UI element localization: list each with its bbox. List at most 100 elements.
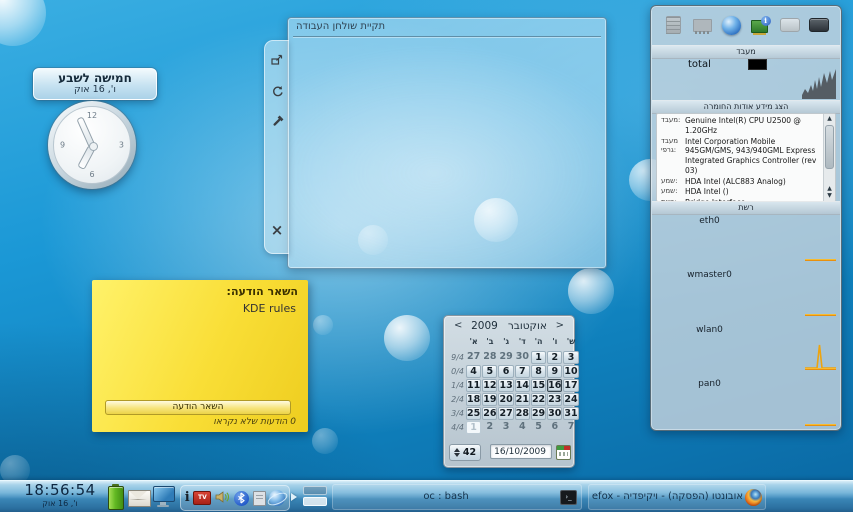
day-cell[interactable]: 26 [482, 407, 497, 420]
day-cell[interactable]: 13 [498, 379, 513, 392]
date-input[interactable]: 16/10/2009 [490, 444, 552, 459]
day-cell[interactable]: 7 [515, 365, 530, 378]
day-cell[interactable]: 30 [515, 351, 530, 364]
day-cell[interactable]: 23 [547, 393, 562, 406]
day-cell[interactable]: 5 [482, 365, 497, 378]
memory-icon[interactable] [691, 13, 713, 37]
day-cell[interactable]: 27 [498, 407, 513, 420]
display-icon[interactable] [153, 486, 175, 508]
day-cell-today[interactable]: 16 [547, 379, 562, 392]
day-cell[interactable]: 29 [531, 407, 546, 420]
day-cell[interactable]: 1 [531, 351, 546, 364]
interface-name: wmaster0 [652, 267, 767, 280]
day-cell[interactable]: 18 [466, 393, 481, 406]
day-cell[interactable]: 1 [466, 421, 481, 434]
day-cell[interactable]: 28 [515, 407, 530, 420]
day-cell[interactable]: 31 [563, 407, 578, 420]
desktop-1[interactable] [303, 486, 327, 495]
week-column-header [448, 337, 465, 350]
scroll-up-icon[interactable]: ▲ [824, 116, 835, 122]
day-cell[interactable]: 4 [515, 421, 530, 434]
wallpaper-bubble [384, 315, 430, 361]
day-cell[interactable]: 5 [531, 421, 546, 434]
day-cell[interactable]: 14 [515, 379, 530, 392]
calendar-widget[interactable]: < 2009 אוקטובר > א'ב'ג'ד'ה'ו'ש'9/4272829… [443, 315, 575, 468]
hardware-info-list[interactable]: מעבד:Genuine Intel(R) CPU U2500 @ 1.20GH… [656, 113, 836, 202]
day-cell[interactable]: 19 [482, 393, 497, 406]
day-cell[interactable]: 20 [498, 393, 513, 406]
folder-view-widget[interactable]: תקיית שולחן העבודה [287, 17, 607, 269]
desktop-2-active[interactable] [303, 497, 327, 506]
day-cell[interactable]: 4 [466, 365, 481, 378]
volume-icon[interactable] [215, 489, 230, 508]
rotate-icon[interactable] [265, 83, 289, 102]
day-cell[interactable]: 10 [563, 365, 578, 378]
hardware-info-value: HDA Intel (ALC883 Analog) [685, 177, 786, 187]
weekday-header: ב' [482, 337, 497, 347]
processes-icon[interactable] [662, 13, 684, 37]
network-globe-icon[interactable] [269, 490, 285, 506]
analog-clock-widget[interactable]: 12 3 6 9 [48, 101, 136, 189]
clock-number-3: 3 [119, 141, 124, 150]
day-cell[interactable]: 22 [531, 393, 546, 406]
day-cell[interactable]: 6 [547, 421, 562, 434]
day-cell[interactable]: 9 [547, 365, 562, 378]
day-cell[interactable]: 12 [482, 379, 497, 392]
day-cell[interactable]: 25 [466, 407, 481, 420]
day-cell[interactable]: 29 [498, 351, 513, 364]
close-icon[interactable]: × [265, 223, 289, 237]
day-cell[interactable]: 8 [531, 365, 546, 378]
day-cell[interactable]: 3 [563, 351, 578, 364]
leave-message-button[interactable]: השאר הודעה [105, 400, 291, 415]
spin-arrows-icon[interactable] [454, 448, 460, 457]
scrollbar-thumb[interactable] [825, 125, 834, 169]
day-cell[interactable]: 15 [531, 379, 546, 392]
hardware-info-icon[interactable]: i [750, 13, 772, 37]
interface-name: wlan0 [652, 322, 767, 335]
bluetooth-icon[interactable] [234, 491, 249, 506]
harddrive-icon[interactable] [808, 13, 830, 37]
day-cell[interactable]: 28 [482, 351, 497, 364]
day-cell[interactable]: 21 [515, 393, 530, 406]
notes-icon[interactable] [253, 491, 266, 506]
calendar-month[interactable]: אוקטובר [508, 320, 547, 332]
week-spinbox[interactable]: 42 [449, 444, 481, 461]
day-cell[interactable]: 17 [563, 379, 578, 392]
configure-icon[interactable] [265, 113, 289, 132]
day-cell[interactable]: 30 [547, 407, 562, 420]
date-picker-icon[interactable] [556, 445, 571, 460]
battery-icon[interactable] [108, 484, 124, 510]
mail-icon[interactable] [128, 490, 151, 507]
desktop: תקיית שולחן העבודה × חמישה לשבע ו', 16 א… [0, 0, 853, 512]
day-cell[interactable]: 2 [547, 351, 562, 364]
digital-clock[interactable]: 18:56:54 ו', 16 אוק [14, 482, 106, 508]
calendar-next-button[interactable]: > [556, 320, 564, 331]
calendar-year[interactable]: 2009 [471, 320, 498, 332]
interface-name: eth0 [652, 213, 767, 226]
note-text-area[interactable]: KDE rules [104, 302, 296, 315]
day-cell[interactable]: 6 [498, 365, 513, 378]
fuzzy-clock-widget[interactable]: חמישה לשבע ו', 16 אוק [33, 68, 157, 100]
day-cell[interactable]: 24 [563, 393, 578, 406]
hardware-info-row: מעבד:Genuine Intel(R) CPU U2500 @ 1.20GH… [661, 116, 824, 136]
scrollbar[interactable]: ▲ ▲ ▼ [823, 114, 835, 201]
tv-icon[interactable]: TV [193, 491, 211, 505]
day-cell[interactable]: 7 [563, 421, 578, 434]
day-cell[interactable]: 3 [498, 421, 513, 434]
leave-note-widget[interactable]: השאר הודעה: KDE rules השאר הודעה 0 הודעו… [92, 280, 308, 432]
calendar-header: < 2009 אוקטובר > [450, 320, 568, 333]
network-globe-icon[interactable] [720, 13, 742, 37]
system-monitor-widget[interactable]: i מעבד total הצג מידע אודות החומרה מעבד:… [650, 5, 842, 431]
scroll-down-icon[interactable]: ▼ [824, 193, 835, 199]
widget-handle[interactable]: × [264, 40, 289, 254]
taskbar-task-konsole[interactable]: oc : bash ›_ [332, 484, 582, 510]
day-cell[interactable]: 2 [482, 421, 497, 434]
tray-expander-icon[interactable] [291, 493, 297, 501]
virtual-desktop-pager[interactable] [303, 486, 327, 508]
resize-icon[interactable] [265, 51, 289, 70]
disk-icon[interactable] [779, 13, 801, 37]
taskbar-task-firefox[interactable]: אובונטו (הפסקה) - ויקיפדיה - Mozilla Fir… [588, 484, 766, 510]
day-cell[interactable]: 27 [466, 351, 481, 364]
info-icon[interactable]: i [185, 490, 190, 506]
day-cell[interactable]: 11 [466, 379, 481, 392]
